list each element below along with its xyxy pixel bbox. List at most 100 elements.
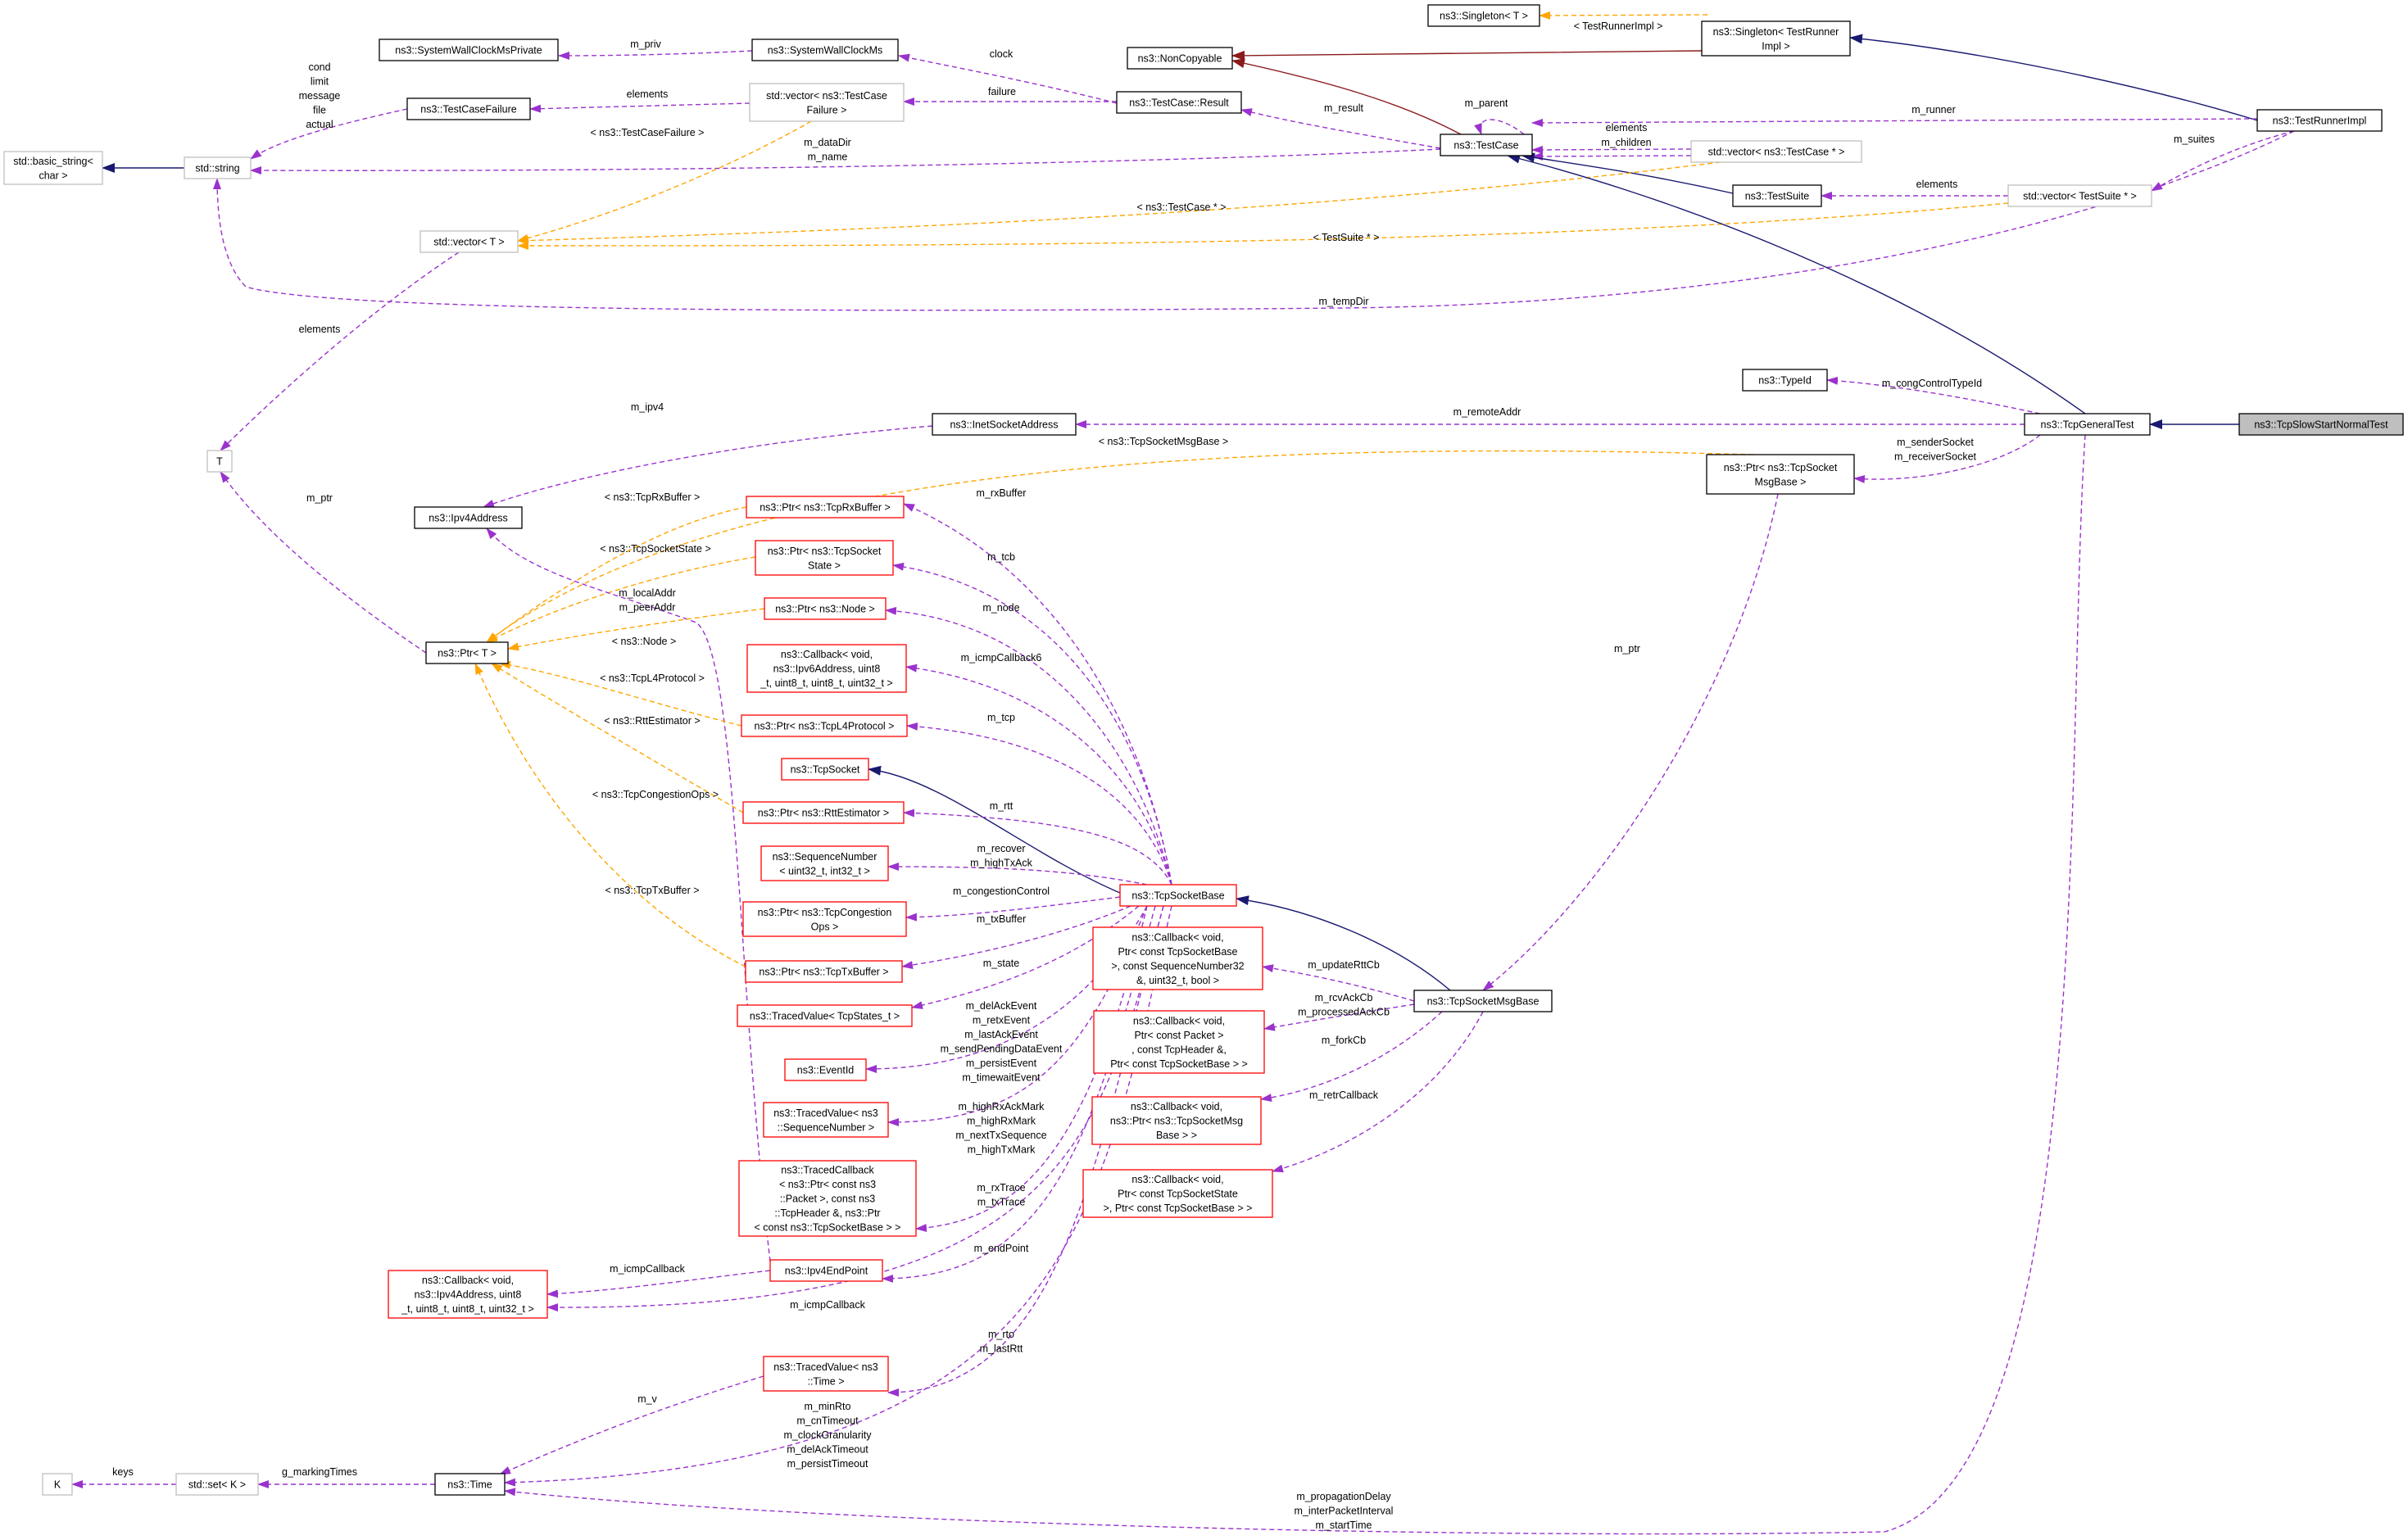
edge-label: m_forkCb <box>1322 1035 1366 1046</box>
class-node-ptrrx[interactable]: ns3::Ptr< ns3::TcpRxBuffer > <box>746 496 905 519</box>
edge-label: m_localAddr <box>619 587 675 599</box>
class-node-tvtime[interactable]: ns3::TracedValue< ns3::Time > <box>763 1356 889 1392</box>
class-name: ns3::Ptr< ns3::TcpL4Protocol > <box>755 721 895 732</box>
usage-edge <box>1531 145 1692 154</box>
usage-edge <box>213 130 2295 311</box>
class-node-ptrstate[interactable]: ns3::Ptr< ns3::TcpSocketState > <box>755 540 894 576</box>
usage-edge <box>558 50 753 60</box>
class-name: ns3::TestSuite <box>1745 191 1810 202</box>
class-node-tcpsocketbase[interactable]: ns3::TcpSocketBase <box>1119 884 1237 907</box>
class-name: ns3::Callback< void, <box>1131 1101 1222 1112</box>
edge-label: m_senderSocket <box>1897 437 1974 448</box>
edge-label: m_tcb <box>987 551 1015 563</box>
class-name: ns3::Callback< void, <box>1131 1174 1223 1185</box>
usage-edge <box>504 434 2086 1535</box>
class-name: Ptr< const Packet > <box>1134 1030 1223 1041</box>
class-node-seqnum[interactable]: ns3::SequenceNumber< uint32_t, int32_t > <box>760 845 889 881</box>
edge-label: m_minRto <box>805 1401 851 1412</box>
edge-label: m_clockGranularity <box>784 1429 873 1441</box>
class-node-ipv4ep[interactable]: ns3::Ipv4EndPoint <box>769 1259 883 1282</box>
class-name: ns3::Singleton< TestRunner <box>1713 26 1839 38</box>
class-node-time[interactable]: ns3::Time <box>434 1473 506 1496</box>
edge-label: m_updateRttCb <box>1308 959 1380 971</box>
class-node-sysclockpriv[interactable]: ns3::SystemWallClockMsPrivate <box>379 38 559 61</box>
class-node-ptrcong[interactable]: ns3::Ptr< ns3::TcpCongestionOps > <box>742 901 907 937</box>
class-name: _t, uint8_t, uint8_t, uint32_t > <box>760 677 893 689</box>
class-node-ptrrtt[interactable]: ns3::Ptr< ns3::RttEstimator > <box>742 801 905 824</box>
class-node-cbicmp6[interactable]: ns3::Callback< void,ns3::Ipv6Address, ui… <box>746 644 907 693</box>
edge-label: m_ptr <box>1614 643 1640 654</box>
class-node-tcpslow[interactable]: ns3::TcpSlowStartNormalTest <box>2238 413 2404 436</box>
class-node-singletonTR[interactable]: ns3::Singleton< TestRunnerImpl > <box>1701 20 1851 57</box>
edge-label: m_nextTxSequence <box>955 1130 1046 1141</box>
class-node-cbfork[interactable]: ns3::Callback< void,ns3::Ptr< ns3::TcpSo… <box>1091 1096 1262 1145</box>
template-instance-edge <box>517 161 1721 245</box>
class-name: ns3::Callback< void, <box>781 649 873 660</box>
class-node-ipv4addr[interactable]: ns3::Ipv4Address <box>414 506 523 529</box>
class-node-vectestcase: std::vector< ns3::TestCase * > <box>1690 140 1862 163</box>
class-node-testcase[interactable]: ns3::TestCase <box>1440 134 1533 156</box>
class-name: < const ns3::TcpSocketBase > > <box>755 1222 901 1234</box>
class-node-ptrtx[interactable]: ns3::Ptr< ns3::TcpTxBuffer > <box>745 960 903 983</box>
edge-label: file <box>313 105 326 116</box>
edge-label: message <box>299 90 341 102</box>
class-name: std::vector< ns3::TestCase * > <box>1708 147 1845 158</box>
template-instance-edge <box>1539 11 1708 20</box>
class-name: ns3::TestRunnerImpl <box>2273 116 2367 127</box>
class-name: ::Time > <box>807 1375 844 1387</box>
edge-label: m_icmpCallback <box>790 1299 865 1311</box>
class-node-cbpacket[interactable]: ns3::Callback< void,Ptr< const Packet >,… <box>1093 1010 1265 1074</box>
edge-label: m_highRxMark <box>967 1116 1036 1127</box>
class-node-noncopyable[interactable]: ns3::NonCopyable <box>1127 47 1233 70</box>
edge-label: m_ipv4 <box>631 401 664 413</box>
class-node-testrunnerimpl[interactable]: ns3::TestRunnerImpl <box>2256 109 2383 132</box>
edge-label: < ns3::TcpSocketMsgBase > <box>1099 436 1228 447</box>
class-name: std::basic_string< <box>13 156 93 167</box>
class-node-tvseq[interactable]: ns3::TracedValue< ns3::SequenceNumber > <box>763 1102 889 1138</box>
class-name: Base > > <box>1156 1130 1197 1141</box>
class-node-tcresult[interactable]: ns3::TestCase::Result <box>1116 91 1242 114</box>
class-node-testcasefailure[interactable]: ns3::TestCaseFailure <box>406 97 531 120</box>
class-name: Failure > <box>807 104 847 116</box>
class-node-tracedcb[interactable]: ns3::TracedCallback< ns3::Ptr< const ns3… <box>738 1160 917 1237</box>
class-node-eventid[interactable]: ns3::EventId <box>784 1058 867 1081</box>
edge-label: m_propagationDelay <box>1296 1491 1391 1502</box>
class-node-testsuite[interactable]: ns3::TestSuite <box>1732 184 1822 207</box>
edge-label: elements <box>299 324 341 335</box>
edge-label: m_children <box>1601 137 1651 148</box>
edge-label: < ns3::TcpSocketState > <box>600 543 711 555</box>
edge-label: < ns3::TestCaseFailure > <box>591 127 705 138</box>
class-name: ns3::Callback< void, <box>1133 1015 1225 1026</box>
inheritance-edge <box>1231 50 1703 61</box>
usage-edge <box>220 251 460 451</box>
class-node-cbretr[interactable]: ns3::Callback< void,Ptr< const TcpSocket… <box>1082 1169 1273 1218</box>
class-node-cbicmp4[interactable]: ns3::Callback< void,ns3::Ipv4Address, ui… <box>388 1270 548 1319</box>
class-node-ptrmsgbase[interactable]: ns3::Ptr< ns3::TcpSocketMsgBase > <box>1706 454 1855 495</box>
class-node-tvstates[interactable]: ns3::TracedValue< TcpStates_t > <box>737 1004 913 1027</box>
class-node-tcpgeneral[interactable]: ns3::TcpGeneralTest <box>2024 413 2151 436</box>
edge-label: m_retxEvent <box>973 1015 1031 1026</box>
class-node-tcpsocketmsgbase[interactable]: ns3::TcpSocketMsgBase <box>1413 990 1553 1012</box>
usage-edge <box>905 664 1172 886</box>
edge-label: < ns3::TcpL4Protocol > <box>600 673 705 684</box>
class-node-tcpsocket[interactable]: ns3::TcpSocket <box>781 758 869 781</box>
class-name: ns3::TcpGeneralTest <box>2041 419 2134 431</box>
class-node-sysclock[interactable]: ns3::SystemWallClockMs <box>751 38 899 61</box>
class-name: ns3::TestCase::Result <box>1129 97 1229 109</box>
class-name: char > <box>39 170 67 181</box>
edge-label: m_recover <box>977 843 1025 854</box>
class-name: ns3::Ptr< ns3::Node > <box>775 604 875 615</box>
class-name: ns3::Ipv4Address, uint8 <box>415 1289 522 1301</box>
class-name: ns3::Ptr< ns3::TcpTxBuffer > <box>759 967 888 978</box>
edge-label: m_highTxMark <box>968 1144 1036 1156</box>
class-node-typeid[interactable]: ns3::TypeId <box>1742 369 1828 392</box>
class-node-stdstring: std::string <box>184 156 252 179</box>
class-node-singletonT[interactable]: ns3::Singleton< T > <box>1427 4 1540 27</box>
class-name: &, uint32_t, bool > <box>1136 975 1219 986</box>
class-node-inetsock[interactable]: ns3::InetSocketAddress <box>932 413 1077 436</box>
class-name: ns3::Ptr< T > <box>438 648 497 659</box>
class-node-ptrT[interactable]: ns3::Ptr< T > <box>425 641 509 664</box>
class-node-ptrl4[interactable]: ns3::Ptr< ns3::TcpL4Protocol > <box>741 714 908 737</box>
class-node-ptrnode[interactable]: ns3::Ptr< ns3::Node > <box>764 597 887 620</box>
class-node-cbrtt[interactable]: ns3::Callback< void,Ptr< const TcpSocket… <box>1092 926 1263 990</box>
